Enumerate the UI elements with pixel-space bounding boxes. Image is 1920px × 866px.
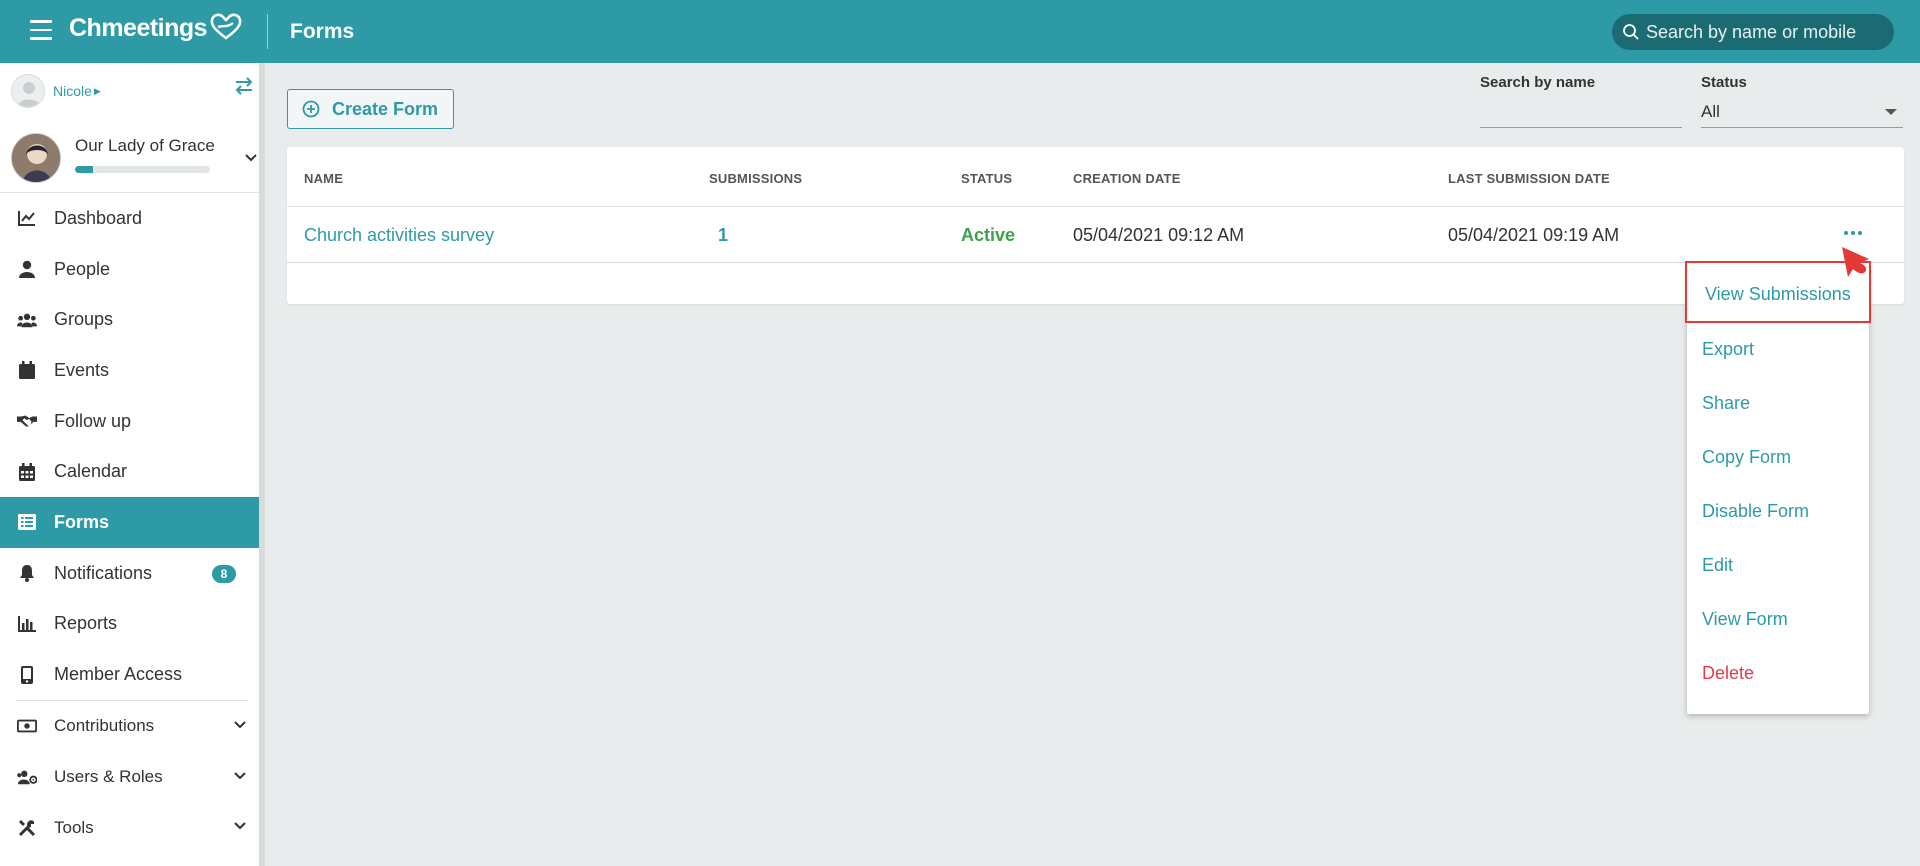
sidebar-item-label: Users & Roles [54,766,163,786]
menu-item-export[interactable]: Export [1702,339,1754,360]
column-header-creation-date[interactable]: CREATION DATE [1073,171,1181,186]
menu-item-view-submissions[interactable]: View Submissions [1705,284,1851,305]
status-filter-select[interactable]: All [1701,96,1903,128]
status-badge: Active [961,225,1016,245]
table-row-divider [287,262,1904,263]
sidebar-item-follow-up[interactable]: Follow up [0,396,259,447]
chevron-down-icon [234,822,246,830]
bar-chart-icon [17,614,37,634]
sidebar-item-label: Events [54,359,110,380]
status-filter-label: Status [1701,74,1747,91]
menu-item-disable-form[interactable]: Disable Form [1702,501,1809,522]
caret-down-icon [1885,109,1897,115]
sidebar-item-label: Contributions [54,716,155,736]
sidebar-item-label: Calendar [54,461,128,482]
org-avatar [11,133,61,183]
table-header-divider [287,206,1904,207]
logo-heart-icon [210,13,242,40]
caret-right-icon: ▶ [93,85,101,96]
creation-date-cell: 05/04/2021 09:12 AM [1073,225,1245,245]
sidebar-item-label: Forms [54,511,110,532]
org-progress-bar [75,166,210,173]
tools-icon [17,818,37,838]
person-icon [17,259,37,279]
sidebar-item-reports[interactable]: Reports [0,599,259,650]
sidebar-item-forms[interactable]: Forms [0,497,259,548]
create-form-label: Create Form [332,98,439,119]
page-title: Forms [290,20,355,43]
sidebar: Nicole ▶ Our Lady of Grace Dashboard Peo… [0,63,265,866]
sidebar-item-member-access[interactable]: Member Access [0,649,259,700]
calendar-grid-icon [17,462,37,482]
plus-circle-icon [302,100,320,118]
swap-icon[interactable] [234,77,254,95]
column-header-status[interactable]: STATUS [961,171,1012,186]
status-filter-value: All [1701,101,1720,121]
hamburger-menu-icon[interactable] [30,20,52,40]
sidebar-item-people[interactable]: People [0,244,259,295]
users-icon [17,310,37,330]
user-avatar [11,74,45,108]
sidebar-item-tools[interactable]: Tools [0,802,259,853]
sidebar-item-label: Follow up [54,410,132,431]
sidebar-item-contributions[interactable]: Contributions [0,701,259,752]
column-header-name[interactable]: NAME [304,171,343,186]
topbar-divider [267,14,268,49]
sidebar-item-label: Notifications [54,562,153,583]
sidebar-item-groups[interactable]: Groups [0,294,259,345]
create-form-button[interactable]: Create Form [287,89,454,129]
users-cog-icon [17,767,37,787]
sidebar-item-label: Reports [54,613,118,634]
form-name-link[interactable]: Church activities survey [304,225,494,246]
list-icon [17,512,37,532]
search-by-name-label: Search by name [1480,74,1596,91]
global-search-input[interactable] [1646,21,1886,43]
sidebar-item-label: Tools [54,817,94,837]
chevron-down-icon [245,154,257,162]
sidebar-item-label: Groups [54,309,114,330]
mobile-icon [17,665,37,685]
menu-item-copy-form[interactable]: Copy Form [1702,447,1791,468]
bell-icon [17,563,37,583]
row-actions-menu: View Submissions Export Share Copy Form … [1685,261,1871,714]
menu-item-view-form[interactable]: View Form [1702,609,1788,630]
app-logo[interactable]: Chmeetings [69,13,243,43]
search-icon [1623,24,1639,40]
more-actions-button[interactable] [1840,227,1866,239]
sidebar-nav: Dashboard People Groups Events Follow up… [0,193,259,853]
sidebar-item-label: Dashboard [54,207,143,228]
global-search[interactable] [1612,14,1894,50]
handshake-icon [17,411,37,431]
top-bar: Chmeetings Forms [0,0,1920,63]
money-icon [17,716,37,736]
forms-table: NAME SUBMISSIONS STATUS CREATION DATE LA… [287,147,1904,304]
sidebar-item-events[interactable]: Events [0,345,259,396]
sidebar-item-dashboard[interactable]: Dashboard [0,193,259,244]
column-header-submissions[interactable]: SUBMISSIONS [709,171,802,186]
sidebar-item-label: Member Access [54,664,183,685]
logo-text: Chmeetings [69,14,208,42]
calendar-icon [17,360,37,380]
column-header-last-submission-date[interactable]: LAST SUBMISSION DATE [1448,171,1610,186]
sidebar-item-label: People [54,258,111,279]
menu-item-delete[interactable]: Delete [1702,663,1754,684]
org-switcher[interactable]: Our Lady of Grace [11,133,261,188]
sidebar-item-calendar[interactable]: Calendar [0,446,259,497]
user-name: Nicole [53,83,92,99]
chevron-down-icon [234,771,246,779]
user-switcher[interactable]: Nicole ▶ [11,74,101,108]
notification-count-badge: 8 [212,564,236,583]
sidebar-item-users-roles[interactable]: Users & Roles [0,752,259,803]
menu-item-edit[interactable]: Edit [1702,555,1733,576]
submissions-count[interactable]: 1 [718,225,728,246]
org-name: Our Lady of Grace [75,136,215,155]
menu-item-share[interactable]: Share [1702,393,1750,414]
sidebar-item-notifications[interactable]: Notifications 8 [0,548,259,599]
search-by-name-input[interactable] [1480,96,1682,128]
last-submission-date-cell: 05/04/2021 09:19 AM [1448,225,1620,245]
org-progress-fill [75,166,93,173]
chevron-down-icon [234,721,246,729]
chart-line-icon [17,208,37,228]
annotation-arrow-icon [1842,247,1869,277]
